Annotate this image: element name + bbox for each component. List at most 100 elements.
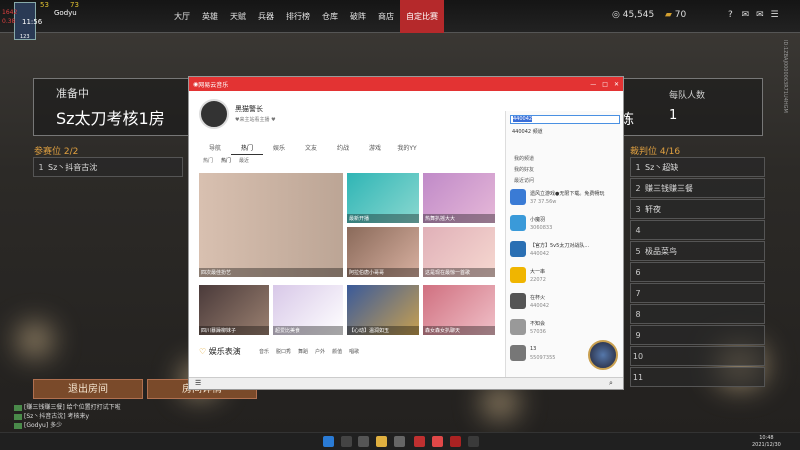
tab-games[interactable]: 游戏 (359, 141, 391, 155)
subtab-hot[interactable]: 热门 (203, 157, 213, 164)
minimize-icon[interactable]: — (590, 81, 596, 88)
entertainment-tabs: 音乐 脱口秀 舞蹈 户外 颜值 唱歌 (259, 348, 359, 355)
hud-ping: 53 (40, 1, 49, 9)
referee-slot[interactable]: 10 (630, 346, 765, 366)
game-app-icon[interactable] (468, 436, 479, 447)
channel-name: 在杯火 (530, 295, 546, 301)
ent-tab[interactable]: 脱口秀 (276, 348, 291, 355)
channel-row[interactable]: 【官方】5v5太刀对战队... 440042 (510, 241, 620, 261)
referee-slot[interactable]: 9 (630, 325, 765, 345)
settings-icon[interactable]: ☰ (771, 10, 779, 20)
menu-icon[interactable]: ☰ (195, 379, 201, 387)
profile-name: 黑猫警长 (235, 105, 263, 113)
stream-card[interactable]: 四次最佳扮艺 (199, 173, 343, 277)
maximize-icon[interactable]: □ (602, 81, 608, 88)
ent-tab[interactable]: 唱歌 (349, 348, 359, 355)
nav-talents[interactable]: 天赋 (224, 0, 252, 33)
referee-slot[interactable]: 11 (630, 367, 765, 387)
subtab-recent[interactable]: 最近 (239, 157, 249, 164)
referee-slot[interactable]: 8 (630, 304, 765, 324)
channel-sidebar: 440042 440042 频道 我的频道 我的好友 最近访问 遗风立游戏●无限… (505, 111, 623, 379)
help-icon[interactable]: ? (728, 10, 733, 20)
stream-card[interactable]: 【心动】温润如玉 (347, 285, 419, 335)
main-nav: 大厅 英雄 天赋 兵器 排行榜 仓库 破阵 商店 自定比赛 (168, 0, 444, 33)
ent-tab[interactable]: 音乐 (259, 348, 269, 355)
channel-row[interactable]: 在杯火 440042 (510, 293, 620, 313)
stream-caption: 热舞扒摇大大 (423, 214, 495, 223)
stream-card[interactable]: 最新开播 (347, 173, 419, 223)
chat-channel-icon (14, 413, 22, 420)
referee-slot[interactable]: 3 轩夜 (630, 199, 765, 219)
app-icon[interactable] (414, 436, 425, 447)
tab-entertain[interactable]: 娱乐 (263, 141, 295, 155)
system-clock[interactable]: 10:48 2021/12/30 (752, 435, 781, 449)
ent-tab[interactable]: 舞蹈 (298, 348, 308, 355)
subtab-hot-2[interactable]: 热门 (221, 157, 231, 164)
slot-player-name: 赚三钱赚三餐 (645, 183, 693, 193)
participant-slots: 1 Sz丶抖音古沈 (33, 157, 183, 178)
nav-lobby[interactable]: 大厅 (168, 0, 196, 33)
tab-battle[interactable]: 约战 (327, 141, 359, 155)
channel-row[interactable]: 遗风立游戏●无限下载。免费畅玩 37 37.56w (510, 189, 620, 209)
referee-slot[interactable]: 7 (630, 283, 765, 303)
participant-slot[interactable]: 1 Sz丶抖音古沈 (33, 157, 183, 177)
close-icon[interactable]: ✕ (614, 81, 619, 88)
referee-slot[interactable]: 2 赚三钱赚三餐 (630, 178, 765, 198)
referee-slot[interactable]: 6 (630, 262, 765, 282)
channel-name: 小魔羽 (530, 217, 546, 223)
exit-room-button[interactable]: 退出房间 (33, 379, 143, 399)
top-navigation: 大厅 英雄 天赋 兵器 排行榜 仓库 破阵 商店 自定比赛 ◎ 45,545 ▰… (0, 0, 800, 40)
ent-tab[interactable]: 颜值 (332, 348, 342, 355)
stream-card[interactable]: 超爱比美食 (273, 285, 343, 335)
music-app-title: 网易云音乐 (198, 81, 229, 89)
chat-line: [Sz丶抖音古沈] 考核来y (14, 412, 121, 421)
nav-leaderboard[interactable]: 排行榜 (280, 0, 316, 33)
side-label[interactable]: 我的好友 (514, 166, 534, 173)
file-explorer-icon[interactable] (376, 436, 387, 447)
referee-slot[interactable]: 4 (630, 220, 765, 240)
music-app-icon[interactable] (432, 436, 443, 447)
stream-caption: 四次最佳扮艺 (199, 268, 343, 277)
nav-formation[interactable]: 破阵 (344, 0, 372, 33)
task-view-icon[interactable] (358, 436, 369, 447)
search-icon[interactable] (341, 436, 352, 447)
stream-card[interactable]: 四川暴躁柳妹子 (199, 285, 269, 335)
tab-nav[interactable]: 导航 (199, 141, 231, 155)
ent-tab[interactable]: 户外 (315, 348, 325, 355)
window-controls: — □ ✕ (590, 81, 619, 88)
channel-row[interactable]: 大一串 22072 (510, 267, 620, 287)
channel-search-input[interactable]: 440042 (510, 115, 620, 124)
referee-slot[interactable]: 1 Sz丶超缺 (630, 157, 765, 177)
notification-icon[interactable]: ✉ (756, 10, 764, 20)
windows-start-icon[interactable] (323, 436, 334, 447)
mail-icon[interactable]: ✉ (742, 10, 750, 20)
stream-card[interactable]: 这是现在最惊一首歌 (423, 227, 495, 277)
nav-custom-match[interactable]: 自定比赛 (400, 0, 444, 33)
slot-number: 2 (635, 183, 641, 193)
music-title-bar: ◉ 网易云音乐 — □ ✕ (189, 77, 623, 91)
app-icon[interactable] (394, 436, 405, 447)
channel-row[interactable]: 小魔羽 3060833 (510, 215, 620, 235)
channel-row[interactable]: 不知会 57036 (510, 319, 620, 339)
tab-hot[interactable]: 热门 (231, 141, 263, 155)
channel-avatar (510, 267, 526, 283)
chat-text: [赚三钱赚三餐] 给个位置打打试下啦 (24, 404, 121, 411)
stream-card[interactable]: 森女森女扒聊天 (423, 285, 495, 335)
search-result[interactable]: 440042 频道 (512, 128, 543, 135)
app-icon[interactable] (450, 436, 461, 447)
side-label[interactable]: 最近访问 (514, 177, 534, 184)
stream-card[interactable]: 阿拉伯唐小哥哥 (347, 227, 419, 277)
referee-slot[interactable]: 5 极品菜鸟 (630, 241, 765, 261)
nav-weapons[interactable]: 兵器 (252, 0, 280, 33)
nav-heroes[interactable]: 英雄 (196, 0, 224, 33)
tab-friends[interactable]: 文友 (295, 141, 327, 155)
profile-avatar[interactable] (199, 99, 229, 129)
nav-storage[interactable]: 仓库 (316, 0, 344, 33)
stream-card[interactable]: 热舞扒摇大大 (423, 173, 495, 223)
search-icon[interactable]: ⌕ (609, 379, 613, 388)
nav-shop[interactable]: 商店 (372, 0, 400, 33)
tab-my-yy[interactable]: 我的YY (391, 141, 423, 155)
side-label[interactable]: 我的频道 (514, 155, 534, 162)
slot-number: 9 (635, 330, 641, 340)
currency-coupon: ▰ 70 (665, 10, 686, 20)
